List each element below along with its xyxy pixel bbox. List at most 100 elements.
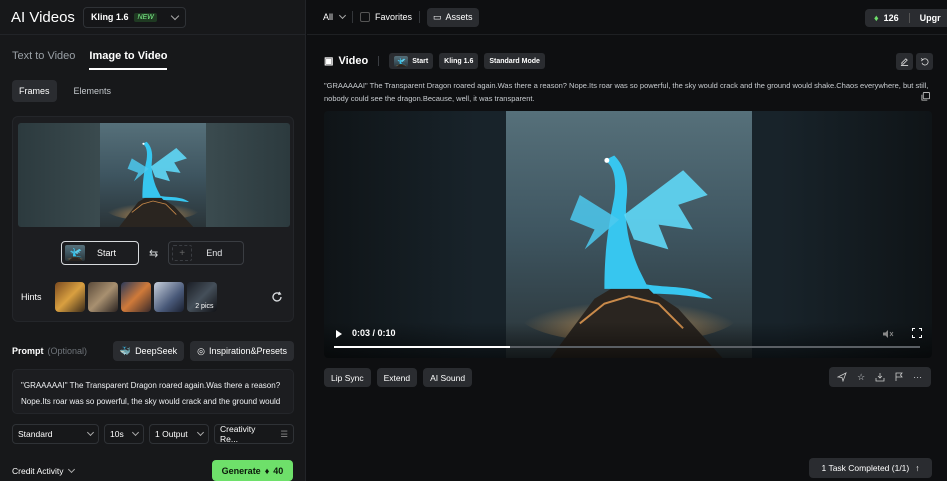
deepseek-button[interactable]: 🐳 DeepSeek [112,341,185,361]
progress-fill [334,346,510,348]
output-select[interactable]: 1 Output [149,424,209,444]
swap-icon[interactable]: ⇆ [149,247,158,260]
model-chip: Kling 1.6 [439,53,479,69]
lip-sync-button[interactable]: Lip Sync [324,368,371,387]
divider [378,56,380,66]
creativity-setting[interactable]: Creativity Re... ☰ [214,424,294,444]
start-thumbnail [65,245,85,261]
credit-activity-label: Credit Activity [12,466,64,476]
mode-chip: Standard Mode [484,53,545,69]
upgrade-link[interactable]: Upgr [920,13,941,23]
start-thumbnail [394,55,409,67]
play-icon[interactable] [336,330,342,338]
assets-button[interactable]: ▭ Assets [427,7,479,27]
inspiration-presets-button[interactable]: ◎ Inspiration&Presets [190,341,294,361]
video-description: "GRAAAAAI" The Transparent Dragon roared… [324,81,929,103]
mode-value: Standard [18,429,53,439]
settings-row: Standard 10s 1 Output Creativity Re... ☰ [12,424,294,444]
chevron-up-icon: ↑ [915,463,920,473]
deepseek-icon: 🐳 [119,345,132,356]
fullscreen-icon[interactable] [912,328,922,338]
duration-value: 10s [110,429,124,439]
video-title: ▣ Video [324,55,369,67]
download-icon[interactable] [874,372,885,383]
left-header: AI Videos Kling 1.6 NEW [0,0,306,35]
video-frame [506,111,752,358]
edit-icon[interactable] [896,53,913,70]
hint-thumb[interactable] [153,282,184,312]
generate-button[interactable]: Generate ♦ 40 [212,460,293,481]
hint-thumb[interactable] [54,282,85,312]
prompt-input[interactable]: "GRAAAAAI" The Transparent Dragon roared… [12,369,294,414]
hint-thumb[interactable] [87,282,118,312]
optional-label: (Optional) [47,346,88,356]
copy-icon[interactable] [921,92,930,101]
flag-icon[interactable] [893,372,904,383]
tab-text-to-video[interactable]: Text to Video [12,50,75,62]
tab-image-to-video[interactable]: Image to Video [89,50,168,70]
player-controls: 0:03 / 0:10 [324,322,932,358]
credits-box[interactable]: ♦ 126 Upgr [865,9,947,27]
hint-thumb-more[interactable]: 2 pics [186,282,217,312]
assets-label: Assets [445,12,473,22]
chevron-down-icon [196,428,205,437]
filter-value: All [323,12,334,22]
sub-tabs: Frames Elements [12,80,118,102]
video-player[interactable]: 0:03 / 0:10 [324,111,932,358]
model-selector[interactable]: Kling 1.6 NEW [82,6,186,28]
undo-icon[interactable] [916,53,933,70]
divider [908,13,910,23]
plus-icon: + [172,245,193,261]
end-label: End [206,248,223,258]
ai-sound-button[interactable]: AI Sound [423,368,473,387]
hints-label: Hints [21,292,42,302]
credit-icon: ♦ [874,13,879,23]
favorites-label: Favorites [375,12,413,22]
progress-bar[interactable] [334,346,920,348]
chevron-down-icon [67,465,75,474]
deepseek-label: DeepSeek [135,346,178,356]
more-icon[interactable]: ··· [912,372,923,383]
credit-activity[interactable]: Credit Activity [12,465,75,476]
inspiration-label: Inspiration&Presets [208,346,287,356]
prompt-header: Prompt (Optional) 🐳 DeepSeek ◎ Inspiratio… [12,341,294,361]
divider [419,11,421,23]
video-icon: ▣ [324,55,334,67]
send-icon[interactable] [837,372,848,383]
prompt-label: Prompt (Optional) [12,346,88,356]
chevron-down-icon [131,428,140,437]
divider [352,11,354,23]
tab-elements[interactable]: Elements [67,80,119,102]
video-actions: Lip Sync Extend AI Sound [324,368,473,387]
start-chip: Start [389,53,434,69]
folder-icon: ▭ [433,11,442,22]
video-toolbar: ☆ ··· [829,367,931,387]
frames-card: Start ⇆ + End Hints 2 pics [12,116,294,322]
start-end-row: Start ⇆ + End [61,241,245,265]
favorites-filter[interactable]: Favorites [360,12,412,22]
end-frame-button[interactable]: + End [168,241,245,265]
task-status-label: 1 Task Completed (1/1) [821,463,910,473]
output-value: 1 Output [155,429,188,439]
app-title: AI Videos [11,8,75,26]
left-panel: AI Videos Kling 1.6 NEW Text to Video Im… [0,0,306,481]
mute-icon[interactable] [882,328,894,340]
tab-frames[interactable]: Frames [12,80,57,102]
start-frame-button[interactable]: Start [61,241,139,265]
dragon-image [100,123,206,227]
hint-thumb[interactable] [120,282,151,312]
more-pics-label: 2 pics [195,303,214,310]
duration-select[interactable]: 10s [104,424,144,444]
hints-row: Hints 2 pics [21,282,217,312]
extend-button[interactable]: Extend [376,368,418,387]
favorites-checkbox[interactable] [360,12,371,22]
credit-count: 126 [883,13,899,23]
filter-dropdown[interactable]: All [323,11,347,22]
star-icon[interactable]: ☆ [856,372,867,383]
generate-label: Generate [221,465,261,476]
start-frame-preview[interactable] [18,123,290,227]
mode-select[interactable]: Standard [12,424,99,444]
refresh-icon[interactable] [271,291,283,303]
task-status[interactable]: 1 Task Completed (1/1) ↑ [809,458,932,478]
top-bar: All Favorites ▭ Assets ♦ 126 Upgr [307,0,947,35]
